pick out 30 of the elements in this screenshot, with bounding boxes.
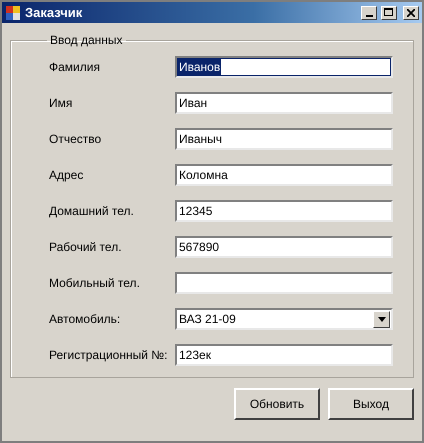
input-field[interactable]: 12345	[175, 200, 393, 222]
caret-icon[interactable]	[373, 310, 390, 328]
app-icon	[5, 4, 21, 20]
group-title: Ввод данных	[49, 33, 124, 47]
maximize-icon	[384, 8, 394, 17]
dialog-button[interactable]: Обновить	[234, 388, 320, 420]
maximize-button[interactable]	[381, 6, 397, 20]
dropdown-field[interactable]: ВАЗ 21-09	[175, 308, 393, 330]
field-label: Рабочий тел.	[49, 240, 123, 254]
field-label: Фамилия	[49, 60, 101, 74]
input-field[interactable]: Иван	[175, 92, 393, 114]
input-field[interactable]	[175, 272, 393, 294]
field-label: Имя	[49, 96, 74, 110]
input-field[interactable]: Иванов	[175, 56, 393, 78]
input-field[interactable]: Коломна	[175, 164, 393, 186]
close-button[interactable]	[403, 6, 419, 20]
field-label: Отчество	[49, 132, 102, 146]
field-label: Мобильный тел.	[49, 276, 141, 290]
minimize-button[interactable]	[361, 6, 377, 20]
field-label: Домашний тел.	[49, 204, 135, 218]
dialog-button[interactable]: Выход	[328, 388, 414, 420]
close-icon	[407, 8, 415, 16]
input-field[interactable]: 567890	[175, 236, 393, 258]
minimize-icon	[366, 14, 372, 16]
window-title: Заказчик	[25, 5, 84, 20]
input-field[interactable]: 123ек	[175, 344, 393, 366]
input-field[interactable]: Иваныч	[175, 128, 393, 150]
field-label: Регистрационный №:	[49, 348, 168, 362]
field-label: Адрес	[49, 168, 84, 182]
field-label: Автомобиль:	[49, 312, 122, 326]
